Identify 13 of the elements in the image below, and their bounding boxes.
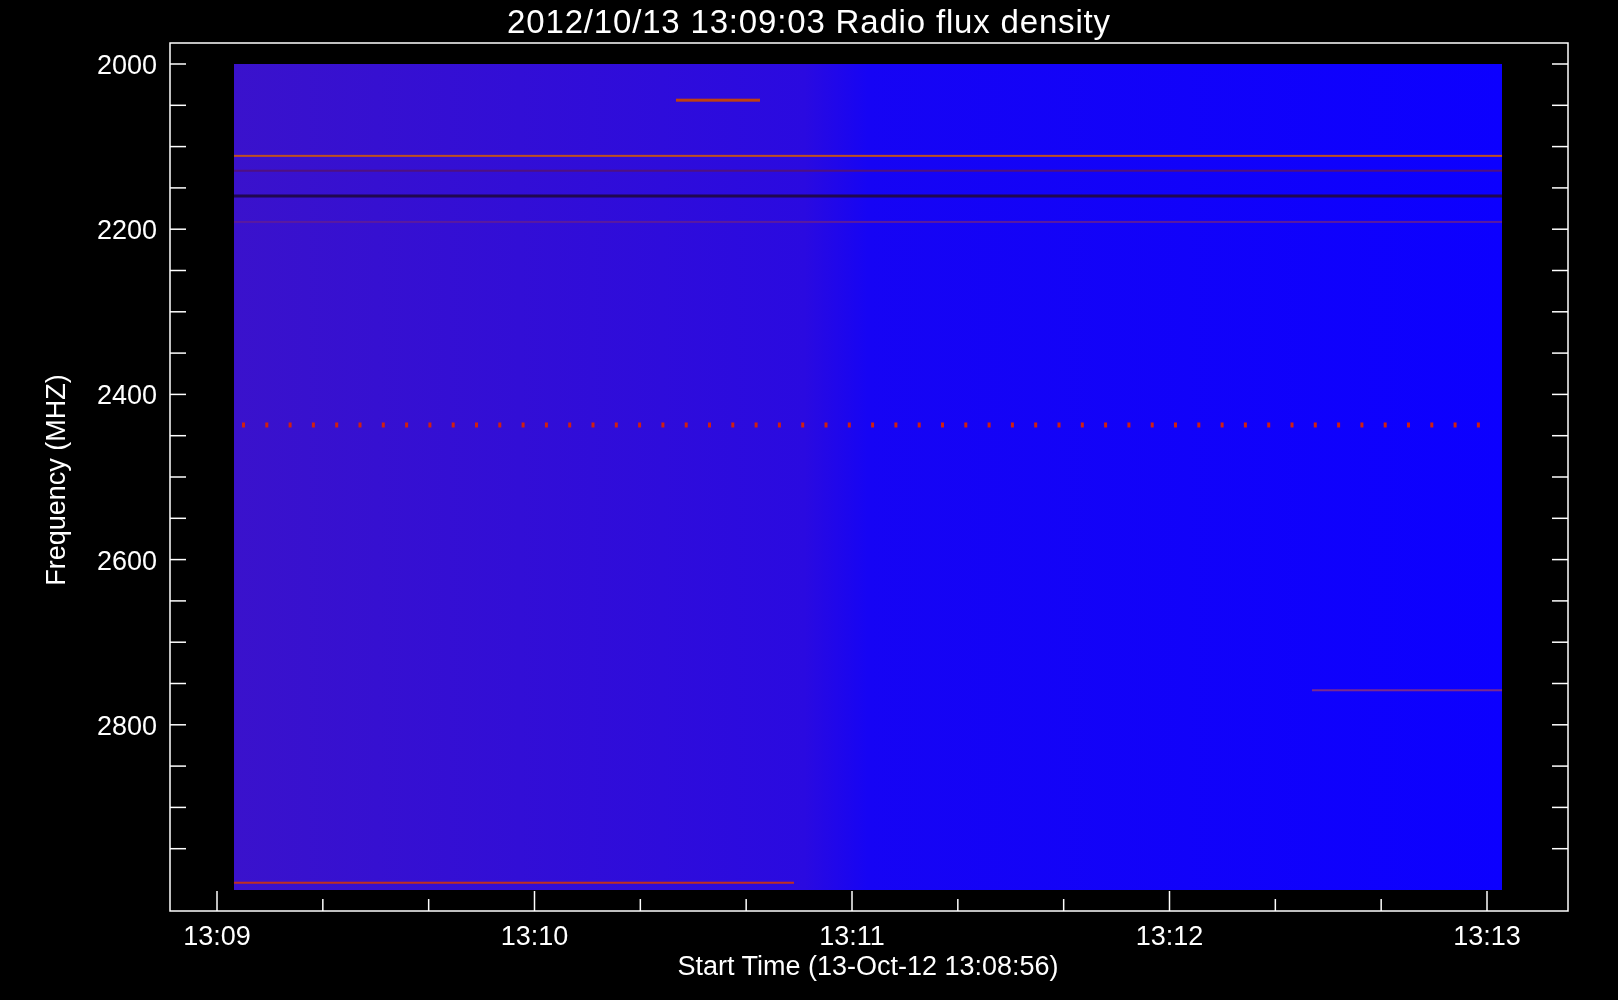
y-tick-label: 2600 xyxy=(96,545,157,576)
y-axis-title: Frequency (MHZ) xyxy=(41,374,71,586)
x-tick-label: 13:10 xyxy=(500,921,569,951)
chart-title: 2012/10/13 13:09:03 Radio flux density xyxy=(507,5,1111,38)
y-tick-label: 2000 xyxy=(96,50,157,80)
x-axis-title: Start Time (13-Oct-12 13:08:56) xyxy=(677,951,1059,981)
y-tick-label: 2800 xyxy=(96,710,157,741)
x-tick-label: 13:11 xyxy=(819,921,885,951)
y-tick-label: 2200 xyxy=(96,215,157,246)
x-tick-label: 13:09 xyxy=(183,921,251,951)
y-tick-label: 2400 xyxy=(96,380,157,411)
x-tick-label: 13:12 xyxy=(1135,921,1204,951)
x-tick-label: 13:13 xyxy=(1453,921,1521,951)
